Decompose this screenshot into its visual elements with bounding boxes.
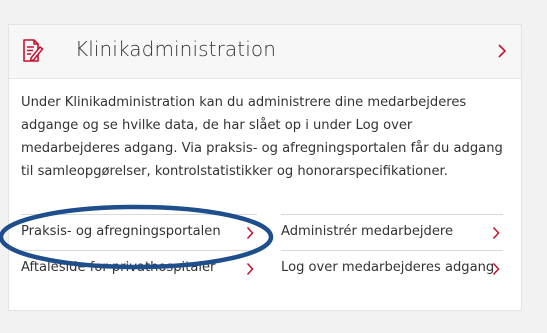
- klinikadministration-card: Klinikadministration Under Klinikadminis…: [8, 24, 522, 311]
- link-log-medarbejderes-adgang[interactable]: Log over medarbejderes adgang: [281, 250, 503, 286]
- link-label: Administrér medarbejdere: [281, 224, 454, 239]
- link-administrer-medarbejdere[interactable]: Administrér medarbejdere: [281, 214, 503, 250]
- chevron-right-icon: [246, 262, 254, 276]
- document-edit-icon: [22, 39, 44, 63]
- link-label: Log over medarbejderes adgang: [281, 260, 495, 275]
- link-label: Aftaleside for privathospitaler: [21, 260, 216, 275]
- link-aftaleside-privathospitaler[interactable]: Aftaleside for privathospitaler: [21, 250, 257, 286]
- chevron-right-icon: [492, 262, 500, 276]
- card-header[interactable]: Klinikadministration: [9, 25, 521, 79]
- card-description: Under Klinikadministration kan du admini…: [21, 95, 503, 179]
- chevron-right-icon[interactable]: [497, 43, 507, 59]
- chevron-right-icon: [246, 226, 254, 240]
- link-label: Praksis- og afregningsportalen: [21, 224, 221, 239]
- card-title: Klinikadministration: [75, 37, 276, 61]
- link-praksis-afregningsportalen[interactable]: Praksis- og afregningsportalen: [21, 214, 257, 250]
- chevron-right-icon: [492, 226, 500, 240]
